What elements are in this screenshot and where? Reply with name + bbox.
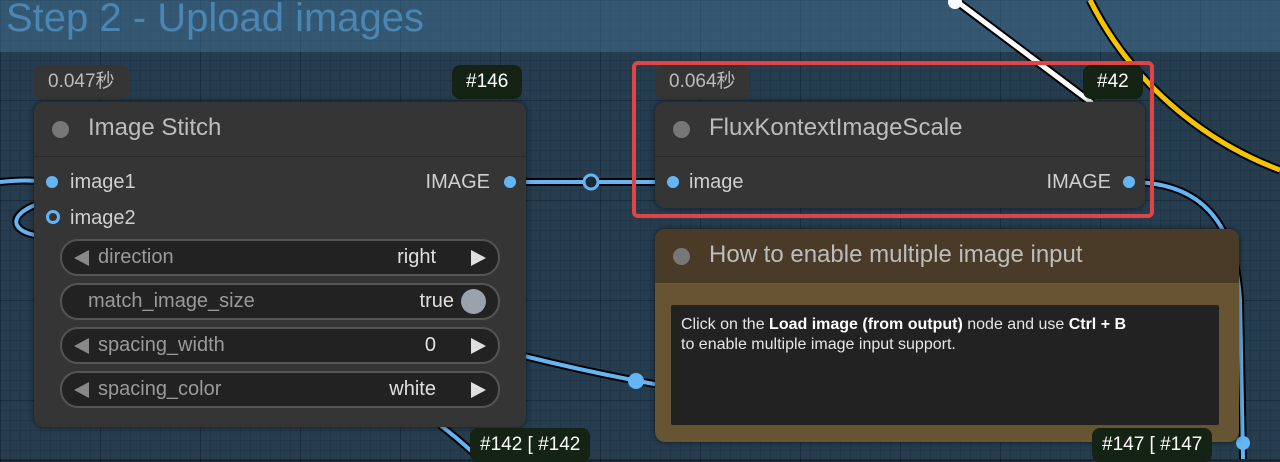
direction-combo[interactable]: direction right bbox=[60, 239, 500, 276]
input-slot-image1-dot[interactable] bbox=[46, 176, 58, 188]
node-id-badge-147: #147 [ #147 bbox=[1092, 428, 1213, 462]
arrow-left-icon[interactable] bbox=[74, 250, 89, 266]
arrow-right-icon[interactable] bbox=[471, 382, 486, 398]
input-slot-image: image bbox=[689, 171, 744, 193]
badge-text: #142 [ bbox=[480, 434, 533, 455]
note-node[interactable]: How to enable multiple image input Click… bbox=[655, 229, 1239, 442]
output-slot-image-dot[interactable] bbox=[504, 176, 516, 188]
collapse-dot-icon[interactable] bbox=[52, 121, 69, 138]
badge-text: #142 bbox=[538, 434, 581, 455]
node-title: Image Stitch bbox=[88, 114, 222, 141]
image-stitch-node[interactable]: Image Stitch image1 image2 IMAGE directi… bbox=[34, 102, 526, 427]
arrow-left-icon[interactable] bbox=[74, 382, 89, 398]
note-text-part: Click on the bbox=[681, 316, 770, 333]
note-text-shortcut: Ctrl + B bbox=[1068, 316, 1127, 333]
badge-text: #147 [ bbox=[1102, 434, 1155, 455]
toggle-knob-icon[interactable] bbox=[461, 289, 486, 314]
execution-time-badge: 0.047秒 bbox=[34, 65, 129, 99]
output-slot-image-dot[interactable] bbox=[1123, 176, 1135, 188]
input-slot-image-dot[interactable] bbox=[667, 176, 679, 188]
node-id-badge: #42 bbox=[1083, 65, 1143, 99]
node-id-badge-142: #142 [ #142 bbox=[470, 428, 591, 462]
note-textarea[interactable]: Click on the Load image (from output) no… bbox=[671, 305, 1219, 425]
widget-value: 0 bbox=[424, 334, 436, 356]
node-title: How to enable multiple image input bbox=[709, 241, 1083, 268]
node-title-bar[interactable]: How to enable multiple image input bbox=[655, 229, 1239, 283]
input-slot-image1: image1 bbox=[70, 171, 136, 193]
link-white-line bbox=[953, 0, 1094, 105]
input-slot-image2: image2 bbox=[70, 207, 136, 229]
node-id-badge: #146 bbox=[452, 65, 523, 99]
node-title-bar[interactable]: FluxKontextImageScale bbox=[655, 102, 1145, 157]
output-slot-image: IMAGE bbox=[1046, 171, 1111, 193]
arrow-right-icon[interactable] bbox=[471, 250, 486, 266]
flux-kontext-image-scale-node[interactable]: FluxKontextImageScale image IMAGE bbox=[655, 102, 1145, 208]
widget-label: match_image_size bbox=[88, 290, 255, 312]
node-title: FluxKontextImageScale bbox=[709, 114, 963, 141]
widget-value: white bbox=[389, 378, 436, 400]
note-text-bold: Load image (from output) bbox=[769, 316, 963, 333]
widget-label: spacing_width bbox=[98, 334, 225, 356]
badge-text: #147 bbox=[1160, 434, 1203, 455]
spacing-width-number[interactable]: spacing_width 0 bbox=[60, 327, 500, 364]
execution-time-badge: 0.064秒 bbox=[655, 65, 750, 99]
arrow-left-icon[interactable] bbox=[74, 338, 89, 354]
note-text-part: node and use bbox=[962, 316, 1069, 333]
spacing-color-combo[interactable]: spacing_color white bbox=[60, 371, 500, 408]
widget-label: spacing_color bbox=[98, 378, 222, 400]
match-image-size-toggle[interactable]: match_image_size true bbox=[60, 283, 500, 320]
collapse-dot-icon[interactable] bbox=[673, 121, 690, 138]
widget-label: direction bbox=[98, 246, 174, 268]
link-reroute-dot bbox=[582, 173, 600, 191]
input-slot-image2-dot[interactable] bbox=[46, 210, 60, 224]
arrow-right-icon[interactable] bbox=[471, 338, 486, 354]
note-text-part: to enable multiple image input support. bbox=[681, 336, 956, 353]
widget-value: true bbox=[419, 290, 454, 312]
output-slot-image: IMAGE bbox=[425, 171, 490, 193]
collapse-dot-icon[interactable] bbox=[673, 248, 690, 265]
node-title-bar[interactable]: Image Stitch bbox=[34, 102, 526, 157]
widget-value: right bbox=[397, 246, 436, 268]
